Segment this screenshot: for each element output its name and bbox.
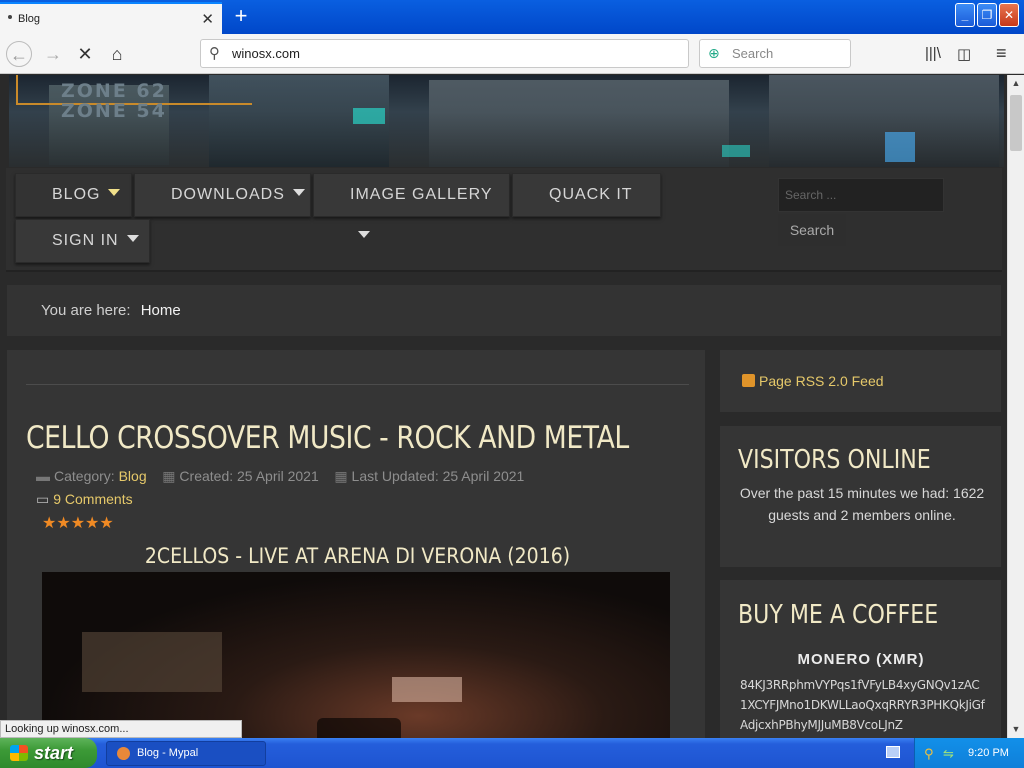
monero-address: 84KJ3RRphmVYPqs1fVFyLB4xyGNQv1zAC1XCYFJM…	[740, 678, 985, 732]
site-logo: ZONE 62 ZONE 54	[61, 80, 167, 122]
breadcrumb: You are here: Home	[6, 284, 1002, 337]
caret-down-icon	[126, 235, 139, 242]
mypal-icon	[117, 747, 130, 760]
caret-down-icon	[358, 231, 370, 238]
url-text: winosx.com	[232, 46, 300, 61]
caret-down-icon	[292, 189, 305, 196]
browser-search-input[interactable]: ⊕ Search	[699, 39, 851, 68]
home-button[interactable]: ⌂	[104, 41, 130, 67]
scroll-thumb[interactable]	[1010, 95, 1022, 151]
back-button[interactable]: ←	[6, 41, 32, 67]
stop-button[interactable]: ✕	[72, 41, 98, 67]
site-search-button[interactable]: Search	[778, 214, 846, 246]
nav-item-image-gallery[interactable]: IMAGE GALLERY	[313, 173, 510, 238]
video-title: 2CELLOS - LIVE AT ARENA DI VERONA (2016)	[144, 544, 571, 568]
nav-item-downloads[interactable]: DOWNLOADS	[134, 173, 311, 217]
visitors-text: Over the past 15 minutes we had: 1622 gu…	[739, 485, 985, 523]
coffee-title: BUY ME A COFFEE	[738, 600, 939, 630]
start-button[interactable]: start	[0, 738, 97, 768]
maximize-button[interactable]: ❐	[977, 3, 997, 27]
nav-item-sign-in[interactable]: SIGN IN	[15, 219, 150, 263]
rss-icon	[742, 374, 755, 387]
web-page: ZONE 62 ZONE 54 BLOG DOWNLOADS IMAGE GAL…	[0, 75, 1007, 738]
divider	[26, 384, 689, 385]
calendar-icon: ▦	[334, 468, 348, 484]
loading-indicator-icon	[8, 15, 12, 19]
site-banner[interactable]: ZONE 62 ZONE 54	[9, 75, 1004, 167]
hamburger-menu-icon[interactable]: ≡	[996, 43, 1007, 64]
coffee-widget: BUY ME A COFFEE MONERO (XMR) 84KJ3RRphmV…	[719, 579, 1002, 738]
visitors-widget: VISITORS ONLINE Over the past 15 minutes…	[719, 425, 1002, 568]
scroll-up-icon[interactable]: ▲	[1008, 75, 1024, 91]
sidebar-icon[interactable]: ◫	[957, 45, 971, 63]
browser-search-placeholder: Search	[732, 46, 774, 61]
updated-date: Last Updated: 25 April 2021	[351, 468, 525, 484]
breadcrumb-prefix: You are here:	[41, 302, 131, 319]
play-button[interactable]	[317, 718, 401, 738]
close-window-button[interactable]: ✕	[999, 3, 1019, 27]
article-meta: ▬ Category: Blog ▦ Created: 25 April 2021 …	[36, 468, 525, 484]
new-tab-button[interactable]: +	[229, 3, 253, 29]
clock[interactable]: 9:20 PM	[968, 738, 1009, 768]
nav-item-quack-it[interactable]: QUACK IT	[512, 173, 661, 217]
rating-stars[interactable]: ★★★★★	[42, 513, 114, 533]
minimize-button[interactable]: _	[955, 3, 975, 27]
article-title[interactable]: CELLO CROSSOVER MUSIC - ROCK AND METAL	[26, 420, 629, 456]
taskbar-item-mypal[interactable]: Blog - Mypal	[106, 741, 266, 766]
browser-toolbar: ← → ✕ ⌂ ⚲ winosx.com ⊕ Search |||\ ◫ ≡	[0, 34, 1024, 74]
browser-tab-bar: Blog ✕ + _ ❐ ✕	[0, 0, 1024, 34]
system-tray: ⚲ ⇋ 9:20 PM	[914, 738, 1024, 768]
windows-logo-icon	[10, 745, 28, 761]
site-search-input[interactable]: Search ...	[778, 178, 944, 212]
nav-item-blog[interactable]: BLOG	[15, 173, 132, 217]
search-icon: ⚲	[209, 45, 220, 62]
forward-button[interactable]: →	[40, 41, 66, 67]
embedded-video[interactable]	[42, 572, 670, 738]
caret-down-icon	[108, 189, 121, 196]
coffee-subtitle: MONERO (XMR)	[797, 651, 925, 668]
comment-icon: ▭	[36, 491, 50, 507]
tab-title: Blog	[18, 13, 41, 25]
page-scrollbar[interactable]: ▲ ▼	[1007, 75, 1024, 738]
article: CELLO CROSSOVER MUSIC - ROCK AND METAL ▬…	[6, 349, 706, 738]
search-tray-icon[interactable]: ⚲	[924, 746, 934, 762]
scroll-down-icon[interactable]: ▼	[1008, 721, 1024, 737]
address-bar[interactable]: ⚲ winosx.com	[200, 39, 689, 68]
tab-blog[interactable]: Blog ✕	[0, 2, 222, 34]
created-date: Created: 25 April 2021	[179, 468, 319, 484]
close-tab-icon[interactable]: ✕	[201, 10, 214, 28]
taskbar: start Blog - Mypal ⚲ ⇋ 9:20 PM	[0, 738, 1024, 768]
breadcrumb-home-link[interactable]: Home	[141, 302, 181, 319]
keyboard-icon[interactable]	[886, 746, 900, 758]
category-link[interactable]: Blog	[119, 468, 147, 484]
visitors-title: VISITORS ONLINE	[738, 445, 931, 475]
library-icon[interactable]: |||\	[925, 45, 941, 62]
rss-link[interactable]: Page RSS 2.0 Feed	[742, 373, 884, 389]
rss-widget: Page RSS 2.0 Feed	[719, 349, 1002, 413]
calendar-icon: ▦	[162, 468, 176, 484]
comments-link[interactable]: ▭ 9 Comments	[36, 491, 133, 508]
folder-icon: ▬	[36, 468, 50, 484]
search-engine-icon: ⊕	[708, 45, 720, 61]
network-icon[interactable]: ⇋	[943, 746, 954, 762]
status-text: Looking up winosx.com...	[0, 720, 242, 738]
